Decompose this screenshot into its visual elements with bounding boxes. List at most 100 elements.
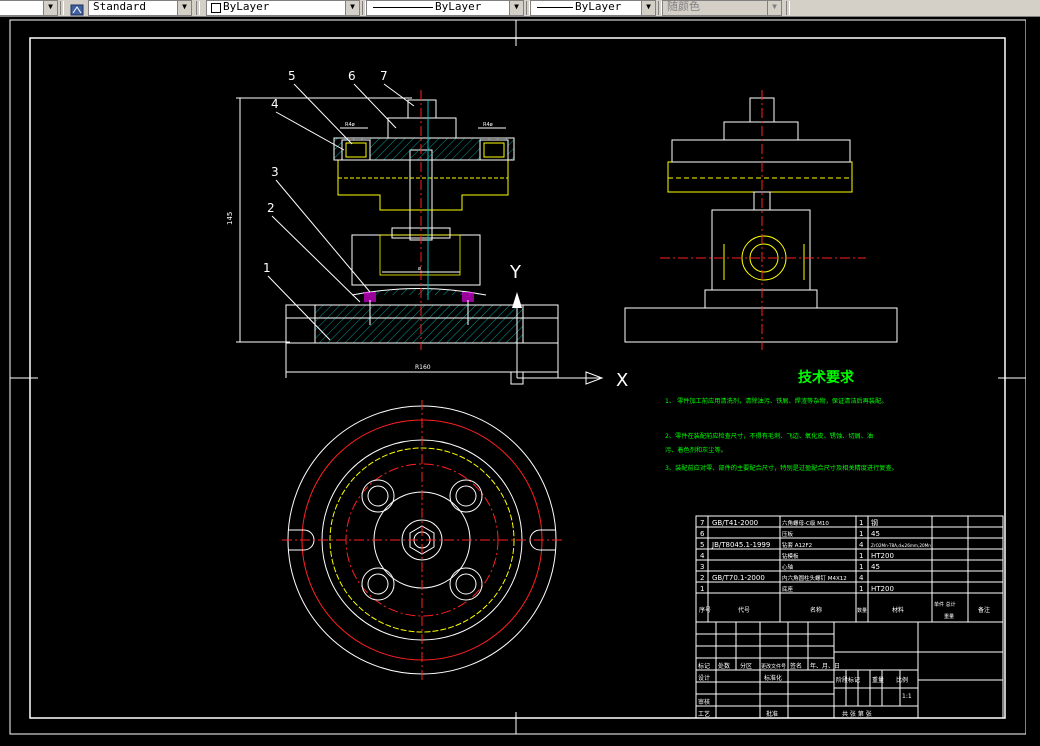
tech-title: 技术要求 xyxy=(798,369,855,386)
svg-text:设计: 设计 xyxy=(698,674,710,682)
toolbar-separator xyxy=(60,1,64,15)
ucs-x-label: X xyxy=(616,370,628,391)
svg-text:45: 45 xyxy=(871,563,880,571)
base-section xyxy=(314,304,524,344)
chevron-down-icon[interactable]: ▼ xyxy=(177,1,191,15)
layer-color-combo[interactable]: ByLayer ▼ xyxy=(206,0,360,16)
svg-text:备注: 备注 xyxy=(978,606,990,614)
plot-style-combo: 随颜色 ▼ xyxy=(662,0,782,16)
part-label-3: 3 xyxy=(271,165,279,179)
part-label-6: 6 xyxy=(348,69,356,83)
part-label-2: 2 xyxy=(267,201,275,215)
svg-text:1: 1 xyxy=(859,530,863,538)
svg-text:HT200: HT200 xyxy=(871,585,894,593)
chevron-down-icon[interactable]: ▼ xyxy=(641,1,655,15)
lineweight-value: ByLayer xyxy=(575,0,622,13)
vertical-scrollbar[interactable] xyxy=(1026,17,1040,742)
bom-rows: 7 GB/T41-2000 六角螺母-C级 M10 1 钢 6 压板 1 45 … xyxy=(699,518,990,620)
svg-text:4: 4 xyxy=(859,541,864,549)
tech-line-2: 2、零件在装配前应检查尺寸，不得有毛刺、飞边、氧化皮、锈蚀、切屑、油 xyxy=(665,432,873,440)
svg-text:4: 4 xyxy=(700,552,705,560)
svg-text:重量: 重量 xyxy=(872,676,884,684)
hex-nut xyxy=(407,99,437,119)
svg-text:1: 1 xyxy=(859,552,863,560)
chevron-down-icon[interactable]: ▼ xyxy=(345,1,359,15)
svg-text:材料: 材料 xyxy=(892,606,904,614)
svg-text:标记: 标记 xyxy=(698,662,710,670)
toolbar-separator xyxy=(196,1,200,15)
svg-text:数量: 数量 xyxy=(857,607,867,614)
text-style-combo[interactable]: Standard ▼ xyxy=(88,0,192,16)
svg-text:钻模板: 钻模板 xyxy=(782,552,799,560)
svg-text:阶段标记: 阶段标记 xyxy=(836,676,860,684)
part-label-1: 1 xyxy=(263,261,271,275)
linetype-value: ByLayer xyxy=(435,0,482,13)
text-style-value: Standard xyxy=(93,0,146,13)
drill-plate xyxy=(337,159,509,211)
svg-text:6: 6 xyxy=(700,530,705,538)
cad-drawing[interactable]: 145 R160 R4ø R4ø ø 1 2 3 4 5 6 7 Y X 技术要… xyxy=(0,17,1040,742)
svg-text:钻套 A12F2: 钻套 A12F2 xyxy=(782,541,812,549)
bom-row: 2 GB/T70.1-2000 内六角圆柱头螺钉 M4X12 4 xyxy=(700,574,864,582)
svg-text:4: 4 xyxy=(859,574,864,582)
svg-text:1: 1 xyxy=(700,585,704,593)
svg-text:序号: 序号 xyxy=(699,606,711,614)
chevron-down-icon[interactable]: ▼ xyxy=(509,1,523,15)
tech-line-4: 3、装配前应对零、部件的主要配合尺寸，特别是过盈配合尺寸及相关精度进行复查。 xyxy=(665,464,898,472)
svg-text:3: 3 xyxy=(700,563,704,571)
svg-text:2: 2 xyxy=(700,574,704,582)
part-label-7: 7 xyxy=(380,69,388,83)
svg-text:批准: 批准 xyxy=(766,710,778,718)
side-view xyxy=(624,90,898,350)
chevron-down-icon: ▼ xyxy=(767,1,781,15)
svg-text:审核: 审核 xyxy=(698,698,710,706)
svg-text:心轴: 心轴 xyxy=(782,563,794,571)
svg-text:1: 1 xyxy=(859,519,863,527)
dim-height: 145 xyxy=(226,212,234,225)
color-value: ByLayer xyxy=(223,0,270,13)
svg-text:年、月、日: 年、月、日 xyxy=(810,662,840,670)
tech-line-3: 污、着色剂和灰尘等。 xyxy=(665,446,727,454)
svg-text:标准化: 标准化 xyxy=(764,674,782,682)
svg-text:共 张 第 张: 共 张 第 张 xyxy=(842,710,872,718)
svg-text:分区: 分区 xyxy=(740,662,752,670)
svg-text:名称: 名称 xyxy=(810,606,822,614)
linetype-combo[interactable]: ByLayer ▼ xyxy=(366,0,524,16)
bom-row: 7 GB/T41-2000 六角螺母-C级 M10 1 钢 xyxy=(700,518,878,527)
chevron-down-icon[interactable]: ▼ xyxy=(43,1,57,15)
svg-text:7: 7 xyxy=(700,519,704,527)
bom-header: 序号 代号 名称 数量 材料 单件 总计 重量 备注 xyxy=(699,601,990,620)
svg-text:1:1: 1:1 xyxy=(902,693,912,700)
svg-text:JB/T8045.1-1999: JB/T8045.1-1999 xyxy=(711,541,770,549)
color-swatch-icon xyxy=(211,3,221,13)
svg-text:5: 5 xyxy=(700,541,704,549)
svg-text:底座: 底座 xyxy=(782,585,794,593)
bom-row: 5 JB/T8045.1-1999 钻套 A12F2 4 ZrO2Mn-T8A,… xyxy=(700,541,931,549)
svg-text:45: 45 xyxy=(871,530,880,538)
svg-text:1: 1 xyxy=(859,563,863,571)
svg-text:重量: 重量 xyxy=(944,613,954,620)
svg-text:六角螺母-C级 M10: 六角螺母-C级 M10 xyxy=(782,519,829,527)
dim-top-right: R4ø xyxy=(483,122,493,128)
left-truncated-combo[interactable]: ▼ xyxy=(0,0,58,16)
svg-text:代号: 代号 xyxy=(738,606,750,614)
top-view xyxy=(282,400,562,680)
dim-top-left: R4ø xyxy=(345,122,355,128)
svg-text:钢: 钢 xyxy=(871,518,878,527)
dim-mid: ø xyxy=(418,266,421,272)
plot-style-value: 随颜色 xyxy=(667,0,700,13)
ucs-y-label: Y xyxy=(509,262,522,283)
svg-text:更改文件号: 更改文件号 xyxy=(761,663,786,670)
text-style-manager-icon[interactable] xyxy=(70,1,84,16)
drawing-canvas[interactable]: 145 R160 R4ø R4ø ø 1 2 3 4 5 6 7 Y X 技术要… xyxy=(0,17,1040,742)
svg-text:1: 1 xyxy=(859,585,863,593)
lineweight-combo[interactable]: ByLayer ▼ xyxy=(530,0,656,16)
properties-toolbar: ▼ Standard ▼ ByLayer ▼ ByLayer ▼ ByLayer… xyxy=(0,0,1040,17)
svg-text:内六角圆柱头螺钉 M4X12: 内六角圆柱头螺钉 M4X12 xyxy=(782,574,847,582)
title-block xyxy=(695,621,1004,719)
svg-text:ZrO2Mn-T8A,d≤26mm,20Mn: ZrO2Mn-T8A,d≤26mm,20Mn xyxy=(871,543,931,548)
svg-text:比例: 比例 xyxy=(896,676,908,684)
nut-washer xyxy=(387,117,457,139)
technical-requirements: 技术要求 1、 零件加工前应用清洗剂，清除油污、铁屑、焊渣等杂物，保证清洁后再装… xyxy=(665,369,898,472)
tech-line-1: 1、 零件加工前应用清洗剂，清除油污、铁屑、焊渣等杂物，保证清洁后再装配。 xyxy=(665,397,887,405)
